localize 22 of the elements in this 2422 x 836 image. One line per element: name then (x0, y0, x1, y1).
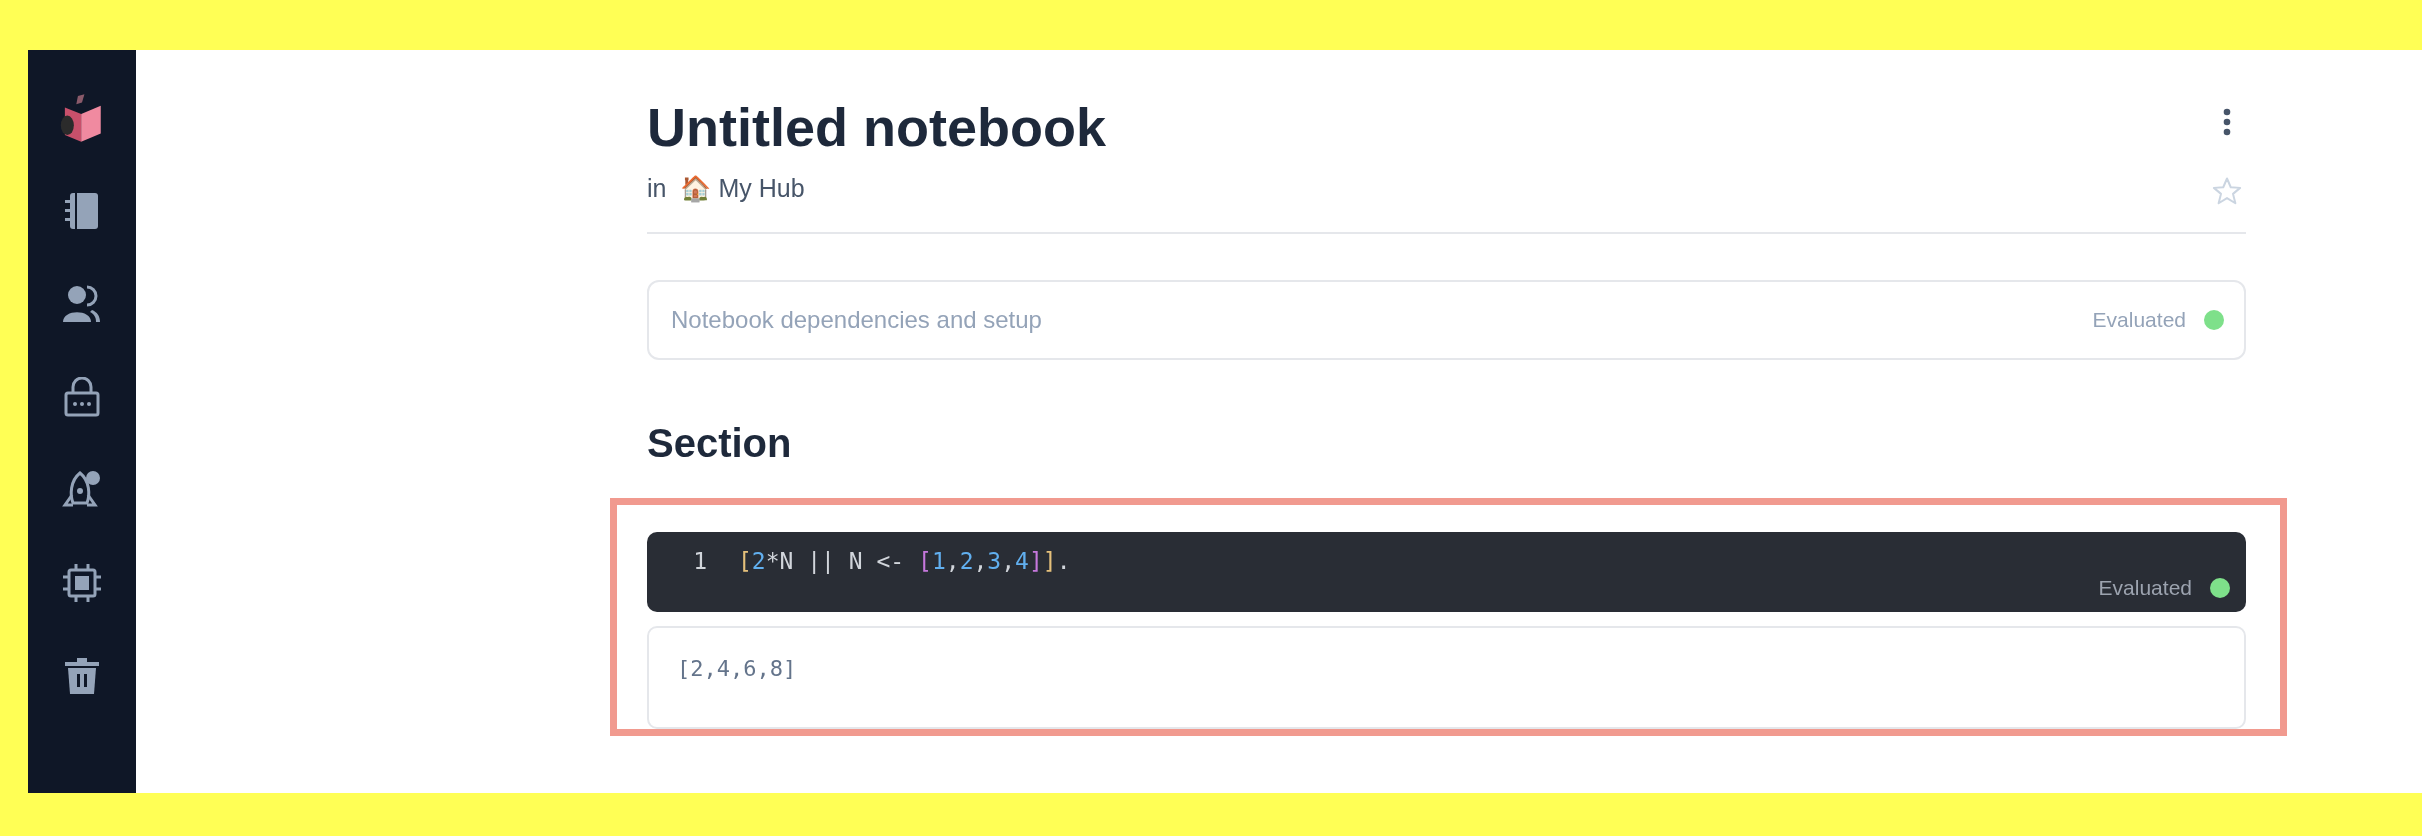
status-label: Evaluated (2098, 576, 2192, 600)
users-icon (63, 285, 101, 323)
lock-icon (64, 377, 100, 417)
status-dot (2204, 310, 2224, 330)
line-number: 1 (692, 547, 707, 576)
star-button[interactable] (2212, 176, 2242, 206)
status-label: Evaluated (2092, 308, 2186, 332)
cell-output: [2,4,6,8] (647, 626, 2246, 729)
sidebar-button[interactable] (60, 561, 104, 605)
status-dot (2210, 578, 2230, 598)
chip-icon (63, 564, 101, 602)
more-menu-button[interactable] (2223, 108, 2231, 136)
location-prefix: in (647, 174, 667, 203)
setup-cell-label: Notebook dependencies and setup (671, 306, 1042, 334)
trash-icon (65, 657, 99, 695)
notebook-icon (64, 192, 100, 230)
code-editor[interactable]: 1 [2*N || N <- [1,2,3,4]]. Evaluated (647, 532, 2246, 612)
section-heading: Section (647, 420, 793, 467)
hub-link[interactable]: 🏠 My Hub (680, 174, 805, 203)
notebook-title: Untitled notebook (647, 96, 1106, 159)
code-line: [2*N || N <- [1,2,3,4]]. (738, 547, 1071, 576)
sidebar-button[interactable] (60, 96, 104, 140)
